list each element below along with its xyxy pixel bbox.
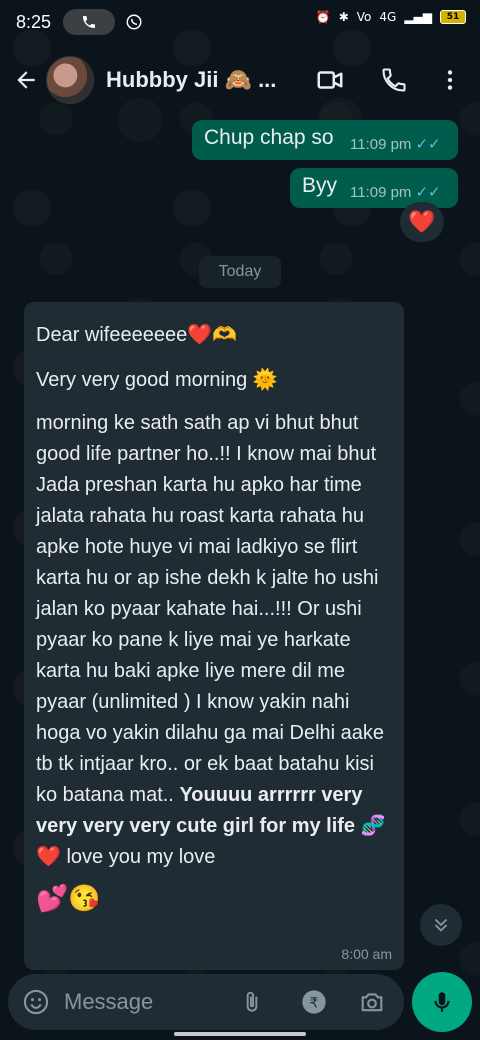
phone-icon: [83, 16, 96, 28]
status-time: 8:25: [16, 11, 52, 32]
message-composer: ₹: [8, 974, 404, 1030]
status-icons: ⏰ ✱ Vo 4G ▂▄▆ 51: [316, 10, 466, 24]
message-line: Very very good morning 🌞: [36, 369, 278, 391]
payment-button[interactable]: ₹: [298, 986, 330, 1018]
rupee-payment-icon: ₹: [302, 990, 326, 1014]
hearts-kiss-emoji-icon: 💕😘: [36, 883, 101, 913]
double-chevron-down-icon: [434, 918, 448, 932]
heart-reaction-icon: ❤️: [408, 209, 436, 235]
read-ticks-icon: ✓✓: [415, 136, 441, 153]
network-label: 4G: [379, 10, 397, 24]
outgoing-message[interactable]: Chup chap so 11:09 pm ✓✓: [192, 120, 458, 160]
message-text: Chup chap so: [204, 126, 334, 149]
message-text: Byy: [302, 174, 338, 197]
contact-name[interactable]: Hubbby Jii 🙈 ...: [106, 67, 282, 93]
incoming-message[interactable]: Dear wifeeeeeee❤️🫶 Very very good mornin…: [24, 302, 404, 970]
status-bar: 8:25 ⏰ ✱ Vo 4G ▂▄▆ 51: [0, 0, 480, 44]
message-closing: love you my love: [60, 846, 216, 868]
contact-avatar[interactable]: [46, 56, 94, 104]
svg-text:₹: ₹: [310, 995, 319, 1011]
emoji-icon: [23, 989, 49, 1015]
back-button[interactable]: [10, 64, 42, 96]
bluetooth-icon: ✱: [338, 10, 349, 24]
gesture-home-bar[interactable]: [174, 1032, 306, 1036]
message-time: 11:09 pm: [350, 136, 412, 153]
camera-icon: [361, 993, 383, 1012]
scroll-to-bottom-button[interactable]: [420, 904, 462, 946]
back-arrow-icon: [17, 71, 35, 89]
date-divider: Today: [199, 256, 281, 288]
more-options-icon: [447, 70, 453, 90]
voice-call-icon: [382, 68, 406, 92]
mic-icon: [434, 992, 450, 1012]
message-input[interactable]: [64, 984, 224, 1020]
emoji-button[interactable]: [20, 986, 52, 1018]
voice-record-button[interactable]: [412, 972, 472, 1032]
camera-button[interactable]: [356, 986, 388, 1018]
attach-button[interactable]: [236, 986, 268, 1018]
video-call-button[interactable]: [314, 64, 346, 96]
volte-icon: Vo: [356, 10, 372, 24]
message-greeting: Dear wifeeeeeee: [36, 324, 188, 346]
attach-icon: [246, 991, 258, 1012]
voice-call-button[interactable]: [378, 64, 410, 96]
message-reaction[interactable]: ❤️: [400, 202, 444, 242]
whatsapp-notification-icon: [126, 14, 142, 30]
video-call-icon: [317, 71, 343, 89]
read-ticks-icon: ✓✓: [415, 184, 441, 201]
more-options-button[interactable]: [434, 64, 466, 96]
alarm-icon: ⏰: [315, 10, 331, 24]
signal-icon: ▂▄▆: [404, 10, 432, 24]
outgoing-message[interactable]: Byy 11:09 pm ✓✓: [290, 168, 458, 208]
heart-hands-emoji-icon: ❤️🫶: [187, 324, 238, 346]
chat-header: Hubbby Jii 🙈 ...: [0, 44, 480, 116]
message-time: 8:00 am: [341, 946, 392, 962]
ongoing-call-pill[interactable]: [63, 9, 116, 35]
message-body: morning ke sath sath ap vi bhut bhut goo…: [36, 412, 384, 806]
message-time: 11:09 pm: [350, 184, 412, 201]
battery-icon: 51: [440, 10, 466, 24]
